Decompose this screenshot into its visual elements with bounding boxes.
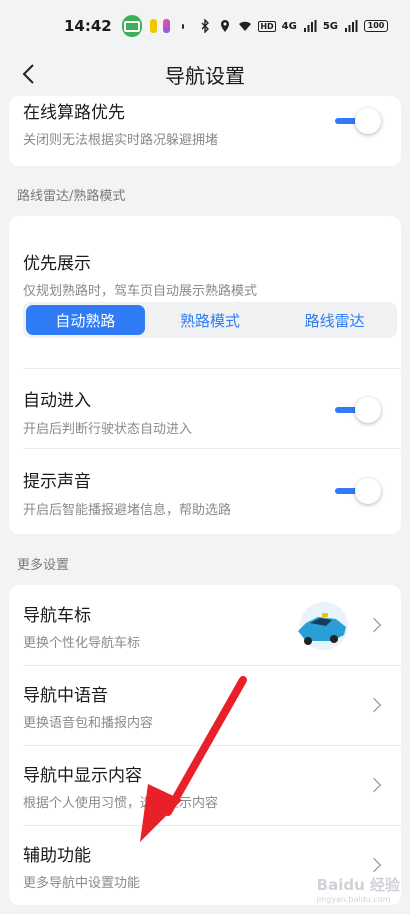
watermark-brand: Baidu 经验 [316, 876, 400, 894]
priority-segmented-control: 自动熟路 熟路模式 路线雷达 [23, 302, 397, 338]
car-icon-title: 导航车标 [23, 606, 91, 626]
display-subtitle: 根据个人使用习惯，选择显示内容 [23, 796, 219, 811]
car-icon-preview [298, 602, 348, 650]
battery-icon: 100 [364, 20, 388, 32]
divider [23, 368, 401, 369]
online-routing-subtitle: 关闭则无法根据实时路况躲避拥堵 [23, 133, 219, 148]
chevron-right-icon [366, 777, 382, 793]
online-routing-card: 在线算路优先 关闭则无法根据实时路况躲避拥堵 [9, 96, 401, 166]
auto-enter-title: 自动进入 [23, 391, 91, 411]
status-right: HD 4G 5G 100 [198, 19, 388, 33]
back-button[interactable] [14, 60, 42, 88]
screen-cast-icon[interactable] [121, 15, 142, 37]
sound-toggle[interactable] [335, 478, 381, 504]
car-icon-subtitle: 更换个性化导航车标 [23, 636, 141, 651]
bluetooth-icon [201, 19, 210, 33]
more-notifications-icon [181, 23, 185, 29]
sound-title: 提示声音 [23, 472, 91, 492]
divider [23, 448, 401, 449]
radar-card: 优先展示 仅规划熟路时，驾车页自动展示熟路模式 自动熟路 熟路模式 路线雷达 自… [9, 216, 401, 534]
list-item-display[interactable]: 导航中显示内容 根据个人使用习惯，选择显示内容 [9, 745, 401, 825]
voice-subtitle: 更换语音包和播报内容 [23, 716, 154, 731]
chevron-right-icon [366, 857, 382, 873]
auto-enter-toggle[interactable] [335, 397, 381, 423]
seg-familiar-mode[interactable]: 熟路模式 [151, 305, 270, 335]
chevron-left-icon [22, 64, 34, 84]
accessibility-subtitle: 更多导航中设置功能 [23, 876, 141, 891]
signal-icon-2 [345, 20, 358, 32]
seg-auto-familiar[interactable]: 自动熟路 [26, 305, 145, 335]
radar-section-label: 路线雷达/熟路模式 [17, 189, 126, 204]
auto-enter-subtitle: 开启后判断行驶状态自动进入 [23, 422, 193, 437]
baidu-watermark: Baidu 经验 jingyan.baidu.com [317, 874, 400, 904]
wifi-icon [239, 21, 252, 31]
display-title: 导航中显示内容 [23, 766, 142, 786]
chevron-right-icon [366, 697, 382, 713]
voice-title: 导航中语音 [23, 686, 108, 706]
seg-route-radar[interactable]: 路线雷达 [275, 305, 394, 335]
video-app-icon [162, 19, 170, 33]
location-icon [221, 20, 230, 32]
watermark-url: jingyan.baidu.com [316, 895, 391, 904]
online-routing-toggle[interactable] [335, 108, 381, 134]
status-bar: 14:42 HD 4G 5G 100 [0, 0, 410, 52]
priority-subtitle: 仅规划熟路时，驾车页自动展示熟路模式 [23, 284, 258, 299]
status-time: 14:42 [64, 17, 112, 35]
chevron-right-icon [366, 617, 382, 633]
page-title: 导航设置 [165, 63, 245, 88]
online-routing-title: 在线算路优先 [23, 103, 125, 123]
signal-5g-label: 5G [322, 20, 338, 32]
accessibility-title: 辅助功能 [23, 846, 91, 866]
sound-subtitle: 开启后智能播报避堵信息，帮助选路 [23, 503, 232, 518]
signal-icon [303, 20, 317, 32]
list-item-voice[interactable]: 导航中语音 更换语音包和播报内容 [9, 665, 401, 745]
app-notification-icon [149, 19, 157, 33]
signal-4g-label: 4G [281, 20, 297, 32]
hd-label: HD [258, 20, 276, 32]
more-section-label: 更多设置 [17, 558, 70, 573]
priority-title: 优先展示 [23, 254, 91, 274]
nav-bar: 导航设置 [0, 52, 410, 96]
